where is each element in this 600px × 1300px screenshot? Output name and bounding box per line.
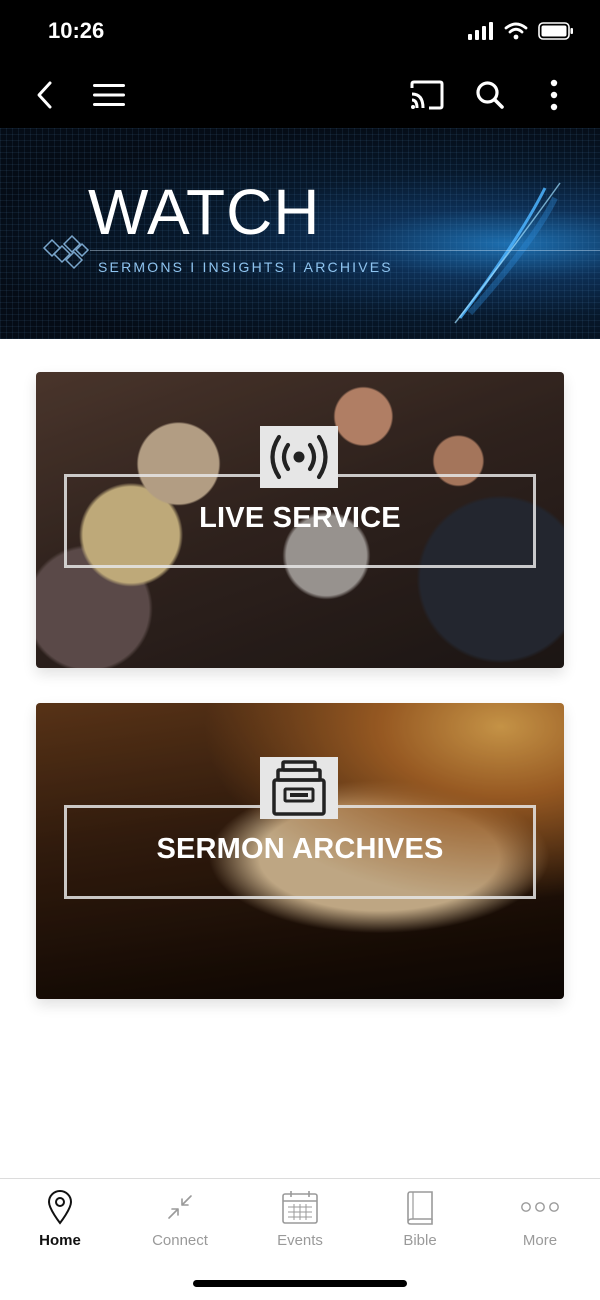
tab-label: Connect bbox=[152, 1232, 208, 1249]
status-time: 10:26 bbox=[48, 18, 105, 43]
book-icon bbox=[407, 1191, 433, 1225]
archive-icon bbox=[272, 760, 326, 816]
banner-divider bbox=[90, 250, 600, 251]
tab-connect[interactable]: Connect bbox=[120, 1179, 240, 1267]
cast-icon bbox=[410, 80, 444, 110]
home-indicator bbox=[193, 1280, 407, 1287]
tab-label: Events bbox=[277, 1232, 323, 1249]
watch-banner: WATCH SERMONS I INSIGHTS I ARCHIVES bbox=[0, 128, 600, 339]
card-label: LIVE SERVICE bbox=[199, 502, 401, 534]
banner-subtitle: SERMONS I INSIGHTS I ARCHIVES bbox=[98, 259, 393, 275]
chevron-left-icon bbox=[37, 81, 52, 109]
more-dots-icon bbox=[521, 1202, 559, 1212]
top-bar: 10:26 bbox=[0, 0, 600, 128]
hamburger-icon bbox=[93, 84, 125, 106]
card-icon-box bbox=[260, 757, 338, 819]
menu-button[interactable] bbox=[86, 72, 132, 118]
broadcast-icon bbox=[270, 434, 328, 480]
card-icon-box bbox=[260, 426, 338, 488]
status-icons bbox=[468, 22, 574, 40]
cast-button[interactable] bbox=[404, 72, 450, 118]
compress-arrows-icon bbox=[168, 1195, 192, 1219]
signal-icon bbox=[468, 22, 493, 40]
wifi-icon bbox=[504, 22, 528, 40]
banner-title: WATCH bbox=[88, 176, 321, 248]
logo-diamonds-icon bbox=[42, 234, 90, 270]
tab-label: Bible bbox=[403, 1232, 437, 1249]
live-service-card[interactable]: LIVE SERVICE bbox=[36, 372, 564, 668]
tab-events[interactable]: Events bbox=[240, 1179, 360, 1267]
overflow-menu-button[interactable] bbox=[531, 72, 577, 118]
tab-home[interactable]: Home bbox=[0, 1179, 120, 1267]
tab-label: Home bbox=[39, 1232, 81, 1249]
back-button[interactable] bbox=[22, 72, 68, 118]
battery-icon bbox=[538, 22, 573, 40]
sermon-archives-card[interactable]: SERMON ARCHIVES bbox=[36, 703, 564, 999]
card-label: SERMON ARCHIVES bbox=[156, 833, 444, 865]
tab-bible[interactable]: Bible bbox=[360, 1179, 480, 1267]
tab-more[interactable]: More bbox=[480, 1179, 600, 1267]
more-vertical-icon bbox=[550, 79, 558, 111]
search-button[interactable] bbox=[467, 72, 513, 118]
search-icon bbox=[476, 81, 504, 109]
calendar-icon bbox=[282, 1191, 318, 1224]
location-pin-icon bbox=[47, 1190, 73, 1225]
tab-label: More bbox=[522, 1232, 558, 1249]
